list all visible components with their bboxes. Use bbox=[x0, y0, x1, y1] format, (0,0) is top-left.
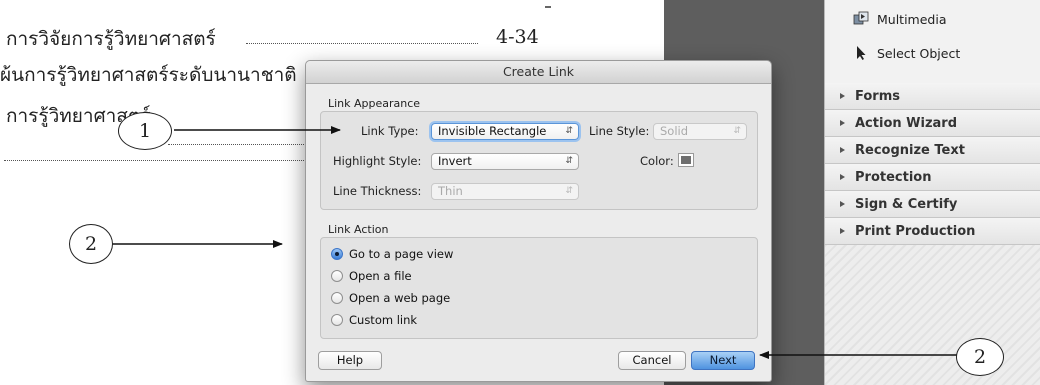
radio-selected-icon bbox=[331, 248, 343, 260]
radio-label: Open a web page bbox=[349, 291, 451, 305]
disclosure-triangle-icon bbox=[840, 228, 845, 234]
tool-select-object[interactable]: Select Object bbox=[853, 42, 960, 64]
toc-leader-3 bbox=[168, 144, 306, 145]
tool-multimedia[interactable]: Multimedia bbox=[853, 8, 947, 30]
callout-2-right: 2 bbox=[956, 338, 1004, 376]
dialog-title[interactable]: Create Link bbox=[306, 61, 771, 84]
panel-section-sign-certify[interactable]: Sign & Certify bbox=[825, 191, 1040, 218]
multimedia-icon bbox=[853, 11, 869, 27]
help-button[interactable]: Help bbox=[318, 351, 382, 370]
panel-section-print-production[interactable]: Print Production bbox=[825, 218, 1040, 245]
highlight-style-select[interactable]: Invert ⇵ bbox=[431, 153, 579, 170]
radio-custom-link[interactable]: Custom link bbox=[331, 313, 417, 327]
link-action-group: Go to a page view Open a file Open a web… bbox=[320, 237, 758, 339]
document-mark bbox=[545, 6, 551, 8]
select-arrows-icon: ⇵ bbox=[565, 156, 573, 166]
tools-panel-content: Multimedia Select Object bbox=[825, 0, 1040, 84]
radio-label: Custom link bbox=[349, 313, 418, 327]
panel-section-label: Action Wizard bbox=[855, 115, 958, 131]
disclosure-triangle-icon bbox=[840, 147, 845, 153]
panel-section-label: Forms bbox=[855, 88, 900, 104]
tools-panel: Multimedia Select Object Forms Action Wi… bbox=[824, 0, 1040, 385]
radio-unselected-icon bbox=[331, 270, 343, 282]
panel-section-label: Protection bbox=[855, 169, 932, 185]
highlight-style-label: Highlight Style: bbox=[333, 154, 422, 168]
line-style-label: Line Style: bbox=[589, 124, 650, 138]
radio-unselected-icon bbox=[331, 292, 343, 304]
cancel-button[interactable]: Cancel bbox=[618, 351, 686, 370]
line-thickness-select[interactable]: Thin ⇵ bbox=[431, 183, 579, 200]
color-label: Color: bbox=[640, 154, 674, 168]
line-thickness-value: Thin bbox=[438, 184, 463, 198]
toc-leader-1 bbox=[246, 43, 478, 44]
color-swatch-fill bbox=[681, 156, 691, 164]
toc-line-1: การวิจัยการรู้วิทยาศาสตร์ bbox=[6, 28, 216, 50]
color-swatch-button[interactable] bbox=[678, 153, 694, 167]
panel-section-forms[interactable]: Forms bbox=[825, 83, 1040, 110]
panel-section-label: Sign & Certify bbox=[855, 196, 958, 212]
line-thickness-label: Line Thickness: bbox=[333, 184, 422, 198]
panel-section-protection[interactable]: Protection bbox=[825, 164, 1040, 191]
radio-open-a-web-page[interactable]: Open a web page bbox=[331, 291, 450, 305]
link-appearance-group: Link Type: Invisible Rectangle ⇵ Line St… bbox=[320, 111, 758, 210]
disclosure-triangle-icon bbox=[840, 120, 845, 126]
radio-go-to-page-view[interactable]: Go to a page view bbox=[331, 247, 453, 261]
select-arrows-icon: ⇵ bbox=[565, 186, 573, 196]
select-arrows-icon: ⇵ bbox=[733, 126, 741, 136]
link-appearance-group-label: Link Appearance bbox=[328, 97, 421, 110]
line-style-value: Solid bbox=[660, 124, 689, 138]
disclosure-triangle-icon bbox=[840, 93, 845, 99]
disclosure-triangle-icon bbox=[840, 201, 845, 207]
radio-label: Go to a page view bbox=[349, 247, 454, 261]
toc-line-2: ผ้นการรู้วิทยาศาสตร์ระดับนานาชาติ bbox=[0, 64, 297, 86]
tool-multimedia-label: Multimedia bbox=[877, 11, 947, 27]
link-action-group-label: Link Action bbox=[328, 223, 389, 236]
panel-section-action-wizard[interactable]: Action Wizard bbox=[825, 110, 1040, 137]
link-type-value: Invisible Rectangle bbox=[438, 124, 547, 138]
next-button[interactable]: Next bbox=[691, 351, 755, 370]
radio-unselected-icon bbox=[331, 314, 343, 326]
create-link-dialog: Create Link Link Appearance Link Type: I… bbox=[305, 60, 772, 382]
panel-section-recognize-text[interactable]: Recognize Text bbox=[825, 137, 1040, 164]
radio-label: Open a file bbox=[349, 269, 412, 283]
toc-page-number-1: 4-34 bbox=[496, 26, 539, 48]
highlight-style-value: Invert bbox=[438, 154, 472, 168]
radio-open-a-file[interactable]: Open a file bbox=[331, 269, 412, 283]
link-type-select[interactable]: Invisible Rectangle ⇵ bbox=[431, 123, 579, 140]
callout-1: 1 bbox=[118, 112, 172, 150]
panel-section-label: Recognize Text bbox=[855, 142, 965, 158]
callout-2-left: 2 bbox=[69, 224, 113, 264]
tool-select-object-label: Select Object bbox=[877, 45, 961, 61]
line-style-select[interactable]: Solid ⇵ bbox=[653, 123, 747, 140]
select-arrows-icon: ⇵ bbox=[565, 126, 573, 136]
toc-leader-4 bbox=[4, 160, 304, 161]
select-object-arrow-icon bbox=[853, 45, 869, 61]
panel-section-label: Print Production bbox=[855, 223, 976, 239]
disclosure-triangle-icon bbox=[840, 174, 845, 180]
link-type-label: Link Type: bbox=[361, 124, 419, 138]
